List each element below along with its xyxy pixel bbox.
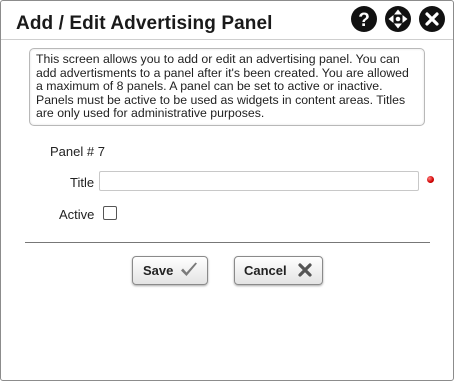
help-icon[interactable]: ?: [351, 6, 377, 32]
info-box: This screen allows you to add or edit an…: [29, 48, 425, 126]
active-label: Active: [59, 207, 95, 222]
required-indicator-icon: [427, 176, 434, 183]
panel-number: Panel # 7: [50, 144, 105, 159]
close-icon[interactable]: [419, 6, 445, 32]
title-input[interactable]: [99, 171, 419, 191]
svg-text:?: ?: [358, 10, 370, 31]
checkmark-icon: [181, 262, 197, 276]
title-label: Title: [70, 175, 95, 190]
save-button-label: Save: [143, 263, 174, 278]
active-checkbox[interactable]: [103, 206, 117, 220]
advertising-panel-dialog: Add / Edit Advertising Panel ? This scre…: [0, 0, 454, 381]
dialog-title: Add / Edit Advertising Panel: [16, 13, 273, 34]
cancel-button-label: Cancel: [244, 263, 287, 278]
move-icon[interactable]: [385, 6, 411, 32]
divider: [25, 242, 430, 243]
dialog-title-bar[interactable]: Add / Edit Advertising Panel ?: [1, 1, 453, 40]
save-button[interactable]: Save: [132, 256, 208, 285]
x-icon: [298, 263, 312, 277]
cancel-button[interactable]: Cancel: [234, 256, 323, 285]
